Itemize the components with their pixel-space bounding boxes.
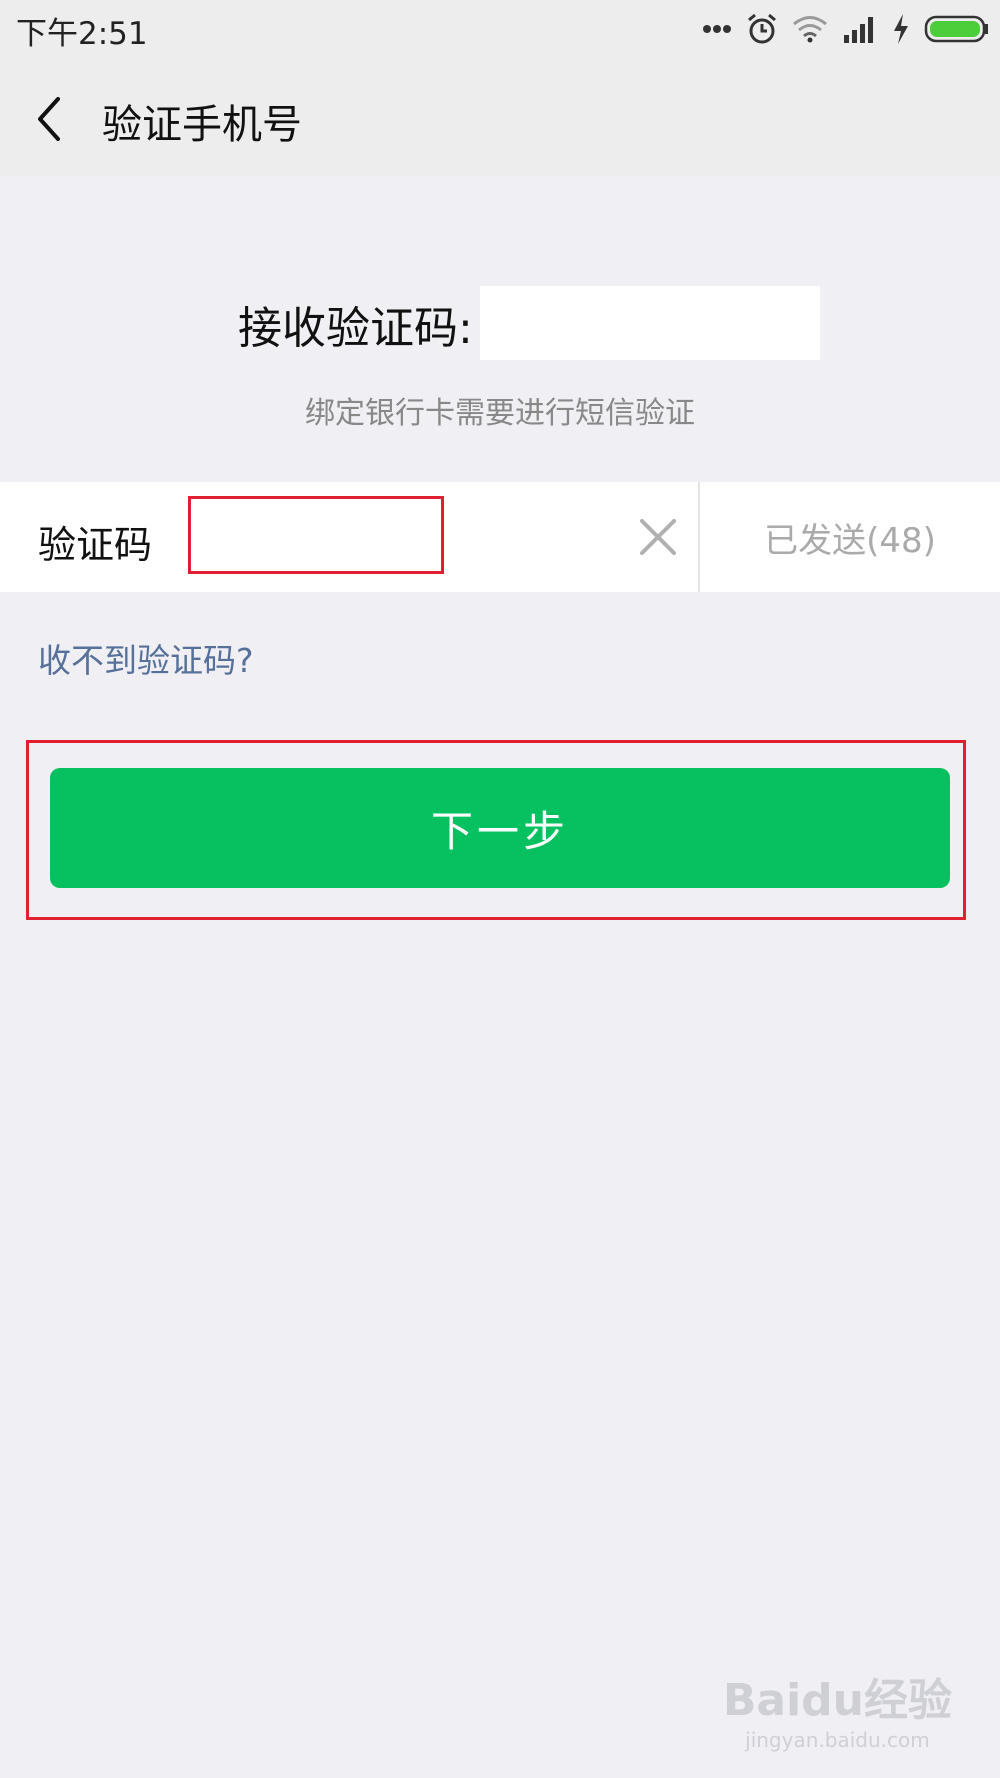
chevron-left-icon[interactable] xyxy=(30,94,70,144)
more-dots-icon xyxy=(703,25,731,33)
code-label: 验证码 xyxy=(38,523,153,567)
receive-code-row: 接收验证码: xyxy=(0,286,1000,360)
status-time: 下午2:51 xyxy=(16,16,148,52)
clear-icon[interactable] xyxy=(636,515,680,559)
battery-icon xyxy=(924,15,988,43)
phone-number-mask xyxy=(480,286,820,360)
wifi-icon xyxy=(793,16,827,43)
status-bar: 下午2:51 xyxy=(0,0,1000,58)
resend-button[interactable]: 已发送(48) xyxy=(700,482,1000,592)
verification-code-row: 验证码 已发送(48) xyxy=(0,482,1000,592)
no-code-help-link[interactable]: 收不到验证码? xyxy=(38,634,254,682)
charging-icon xyxy=(894,14,908,44)
next-button[interactable]: 下一步 xyxy=(50,768,950,888)
watermark-sub: jingyan.baidu.com xyxy=(745,1728,930,1752)
signal-icon xyxy=(844,17,873,43)
receive-code-label: 接收验证码: xyxy=(238,303,473,354)
sms-hint: 绑定银行卡需要进行短信验证 xyxy=(305,396,695,431)
status-icons xyxy=(702,8,990,50)
alarm-icon xyxy=(748,13,776,44)
watermark: Baidu经验 jingyan.baidu.com xyxy=(723,1664,952,1752)
watermark-main: Baidu经验 xyxy=(722,1675,952,1726)
code-input[interactable] xyxy=(188,496,444,574)
nav-bar: 验证手机号 xyxy=(0,58,1000,176)
page-title: 验证手机号 xyxy=(102,102,302,148)
